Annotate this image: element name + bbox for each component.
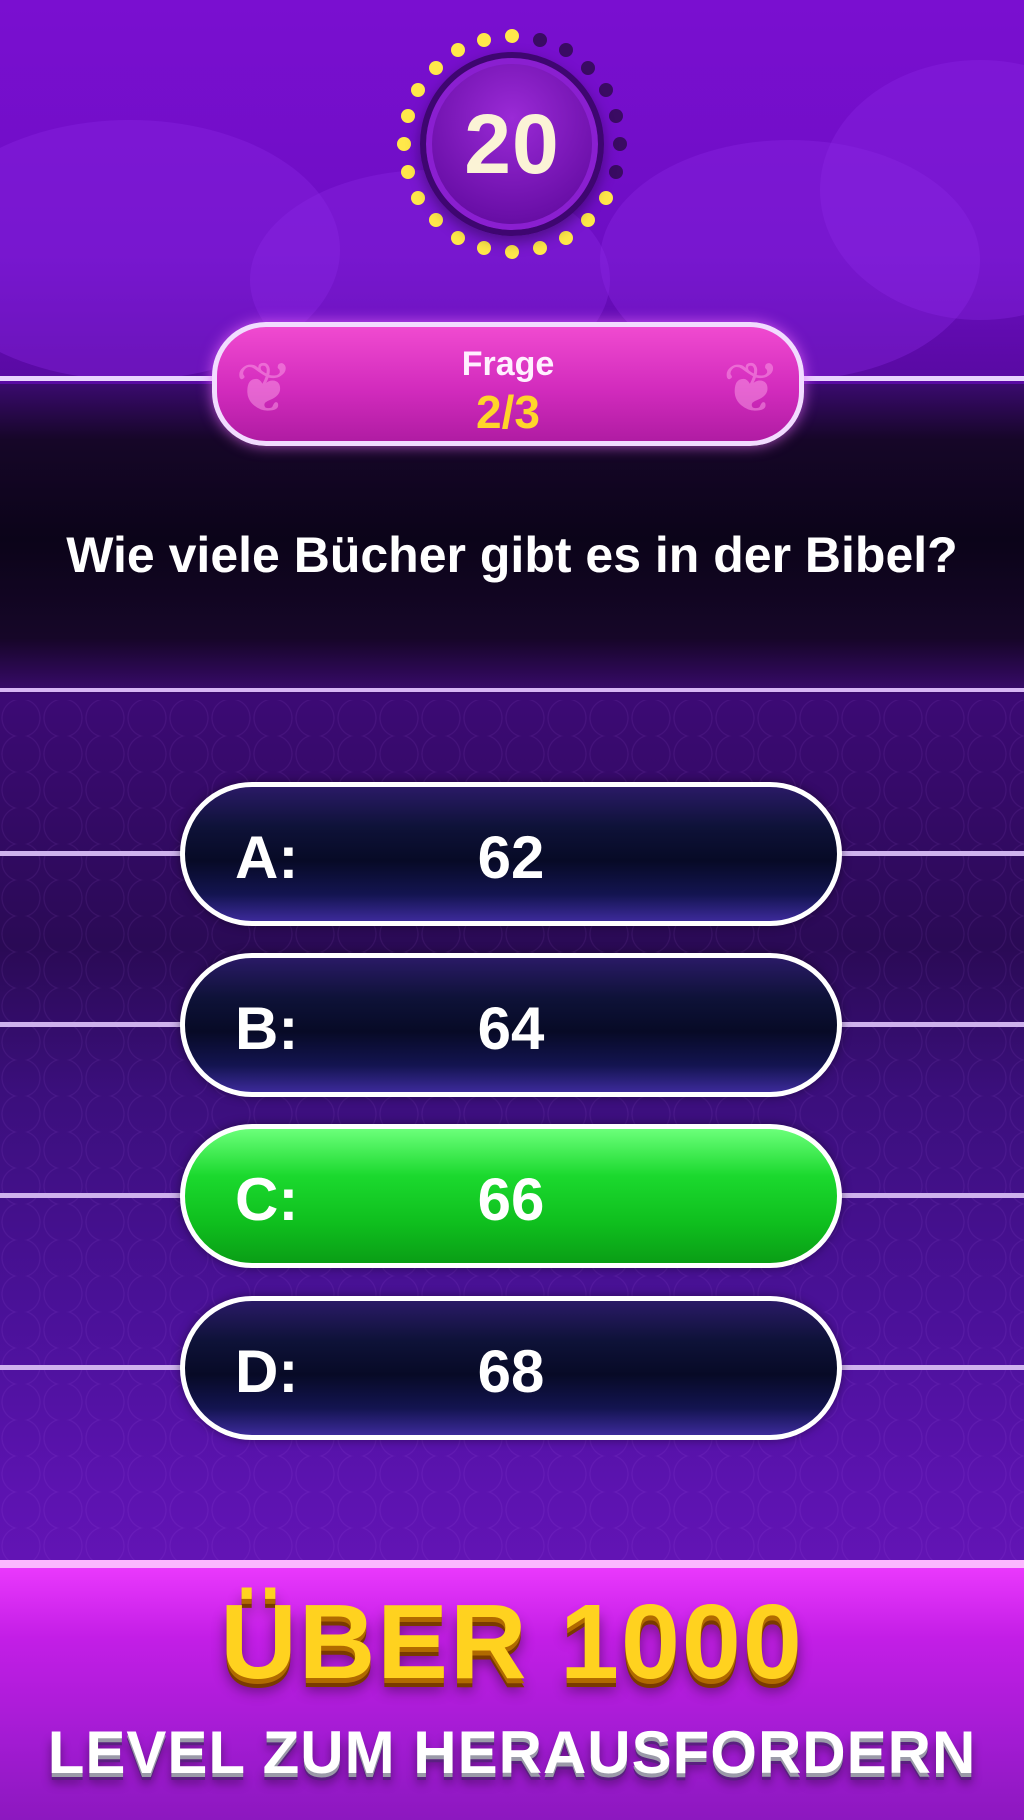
timer-dot	[400, 109, 415, 124]
timer-dot	[532, 32, 547, 47]
timer-dot	[505, 245, 519, 259]
promo-highlight	[0, 1560, 1024, 1568]
header-line-right	[794, 376, 1024, 381]
timer-dot	[411, 191, 426, 205]
timer-dot	[400, 164, 415, 179]
timer-dot	[477, 241, 492, 256]
timer-dot	[451, 43, 465, 58]
question-header-plate: ❦ ❦ Frage 2/3	[212, 322, 804, 446]
question-band-bottom-line	[0, 688, 1024, 692]
promo-title: ÜBER 1000	[220, 1583, 804, 1701]
question-progress: 2/3	[476, 386, 540, 438]
timer-dot	[411, 83, 426, 97]
timer-dot	[609, 164, 624, 179]
header-line-left	[0, 376, 230, 381]
timer-dot	[581, 213, 596, 228]
timer-dot	[598, 191, 613, 205]
timer-dot	[397, 137, 411, 151]
answer-value: 68	[477, 1338, 545, 1405]
timer-dot	[613, 137, 627, 151]
promo-subtitle: LEVEL ZUM HERAUSFORDERN	[47, 1719, 977, 1786]
game-screen: 20 ❦ ❦ Frage 2/3 Wie viele Bücher gibt e…	[0, 0, 1024, 1820]
answer-value: 64	[477, 995, 545, 1062]
timer-dot	[451, 230, 465, 245]
timer: 20	[392, 24, 632, 264]
timer-dot	[505, 29, 519, 43]
answer-option-b[interactable]: B: 64	[180, 953, 842, 1097]
question-text: Wie viele Bücher gibt es in der Bibel?	[66, 527, 958, 583]
answer-option-d[interactable]: D: 68	[180, 1296, 842, 1440]
timer-dot	[559, 43, 573, 58]
question-label: Frage	[461, 345, 555, 383]
answer-option-c[interactable]: C: 66	[180, 1124, 842, 1268]
timer-dot	[428, 213, 443, 228]
timer-dot	[609, 109, 624, 124]
timer-dot	[559, 230, 573, 245]
answer-option-a[interactable]: A: 62	[180, 782, 842, 926]
timer-value: 20	[464, 96, 560, 191]
timer-dot	[581, 60, 596, 75]
timer-circle: 20	[420, 52, 604, 236]
timer-dot	[532, 241, 547, 256]
timer-dot	[428, 60, 443, 75]
answer-value: 66	[477, 1166, 545, 1233]
timer-dot	[598, 83, 613, 97]
answer-value: 62	[477, 824, 545, 891]
timer-dot	[477, 32, 492, 47]
